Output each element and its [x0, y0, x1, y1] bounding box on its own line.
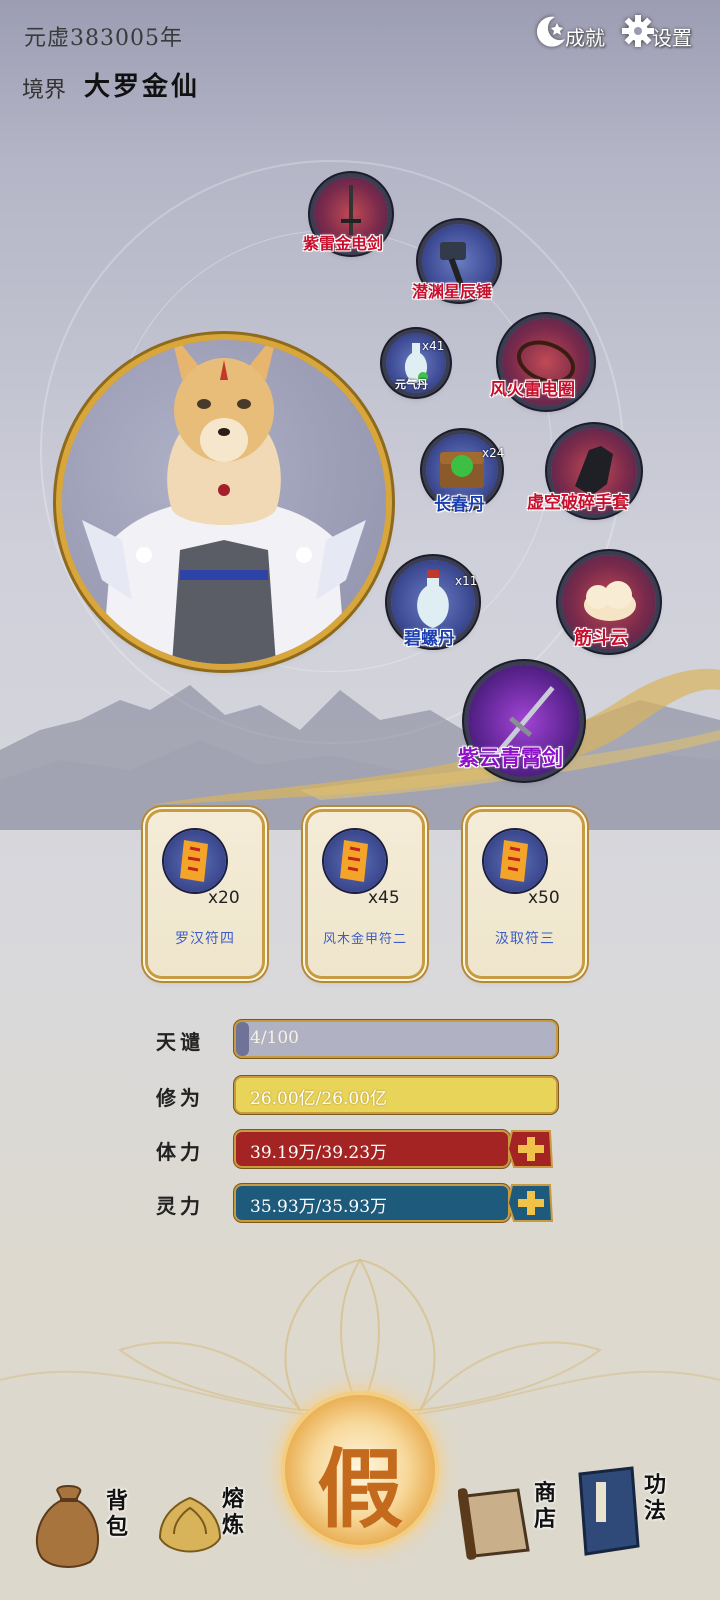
tianqian-value: 4/100	[250, 1028, 299, 1048]
nav-smelt-button[interactable]: 熔炼	[150, 1478, 260, 1578]
item-count: x41	[422, 339, 445, 353]
realm-label: 境界	[22, 78, 67, 103]
item-name: 风火雷电圈	[490, 380, 575, 400]
era-text: 元虚383005年	[24, 26, 183, 51]
achievements-label: 成就	[565, 26, 605, 50]
talisman-count: x50	[528, 888, 560, 908]
nav-shop-button[interactable]: 商店	[457, 1476, 568, 1576]
plus-icon	[506, 1130, 554, 1168]
fox-character-image	[82, 340, 366, 664]
realm-value: 大罗金仙	[84, 72, 201, 102]
settings-button[interactable]: 设置	[620, 10, 692, 51]
item-name: 紫雷金电剑	[303, 234, 384, 253]
settings-label: 设置	[652, 26, 692, 50]
talisman-count: x45	[368, 888, 400, 908]
nav-bag-button[interactable]: 背包	[30, 1480, 140, 1580]
tianqian-bar: 4/100	[236, 1022, 556, 1056]
stat-label-lingli: 灵力	[156, 1194, 204, 1218]
talisman-icon-frame	[164, 830, 226, 892]
item-name: 虚空破碎手套	[527, 493, 629, 513]
talisman-name: 罗汉符四	[175, 931, 235, 947]
item-name: 筋斗云	[574, 628, 628, 649]
scroll-icon	[180, 840, 208, 882]
talisman-icon-frame	[324, 830, 386, 892]
talisman-name: 风木金甲符二	[322, 932, 407, 947]
talisman-icon-frame	[484, 830, 546, 892]
tili-add-button[interactable]	[506, 1129, 554, 1169]
talisman-card-jiqu[interactable]: x50 汲取符三	[468, 812, 582, 976]
character-portrait[interactable]	[62, 340, 386, 664]
nav-skills-label: 功法	[644, 1472, 667, 1524]
nav-skills-button[interactable]: 功法	[566, 1462, 686, 1572]
xiuwei-bar: 26.00亿/26.00亿	[236, 1078, 556, 1112]
scroll-icon	[340, 840, 368, 882]
item-name: 潜渊星辰锤	[412, 282, 493, 301]
xiuwei-value: 26.00亿/26.00亿	[250, 1089, 388, 1109]
talisman-count: x20	[208, 888, 240, 908]
nav-smelt-label: 熔炼	[222, 1486, 245, 1538]
tili-value: 39.19万/39.23万	[250, 1143, 388, 1163]
plus-icon	[506, 1184, 554, 1222]
bag-icon	[35, 1485, 100, 1568]
main-action-button[interactable]: 假	[285, 1395, 435, 1545]
gear-icon	[622, 14, 654, 47]
lingli-bar: 35.93万/35.93万	[236, 1186, 508, 1220]
item-name: 碧螺丹	[404, 629, 455, 649]
tianqian-bar-fill	[236, 1022, 249, 1056]
achievements-button[interactable]: 成就	[533, 10, 605, 51]
main-action-label: 假	[317, 1439, 403, 1540]
book-icon	[578, 1466, 640, 1556]
moon-star-icon	[536, 16, 565, 47]
item-count: x24	[482, 446, 505, 460]
item-count: x11	[455, 574, 478, 588]
talisman-card-luohan[interactable]: x20 罗汉符四	[148, 812, 262, 976]
item-name: 长春丹	[434, 495, 485, 515]
lingli-add-button[interactable]	[506, 1183, 554, 1223]
stat-label-xiuwei: 修为	[156, 1086, 204, 1110]
nav-bag-label: 背包	[106, 1488, 129, 1540]
item-name: 紫云青霄剑	[458, 745, 563, 770]
lotus-furnace-icon	[158, 1496, 222, 1553]
talisman-name: 汲取符三	[495, 931, 555, 947]
stat-label-tili: 体力	[156, 1140, 204, 1164]
nav-shop-label: 商店	[534, 1480, 557, 1532]
item-name: 元气丹	[395, 378, 428, 391]
lingli-value: 35.93万/35.93万	[250, 1197, 388, 1217]
talisman-card-fengmu[interactable]: x45 风木金甲符二	[308, 812, 422, 976]
stat-label-tianqian: 天谴	[156, 1030, 204, 1054]
shop-scroll-icon	[457, 1488, 530, 1560]
tili-bar: 39.19万/39.23万	[236, 1132, 508, 1166]
scroll-icon	[500, 840, 528, 882]
